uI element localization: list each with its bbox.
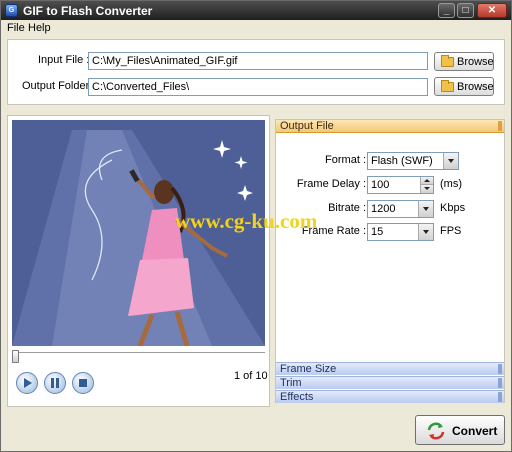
menu-help[interactable]: Help (28, 22, 51, 34)
menu-file[interactable]: File (7, 22, 25, 34)
gif-flash-app-icon: G (5, 4, 18, 17)
app-window: G GIF to Flash Converter _ □ ✕ File Help… (0, 0, 512, 452)
frame-counter: 1 of 10 (234, 370, 268, 382)
chevron-down-icon[interactable] (443, 153, 458, 169)
section-trim[interactable]: Trim (276, 376, 504, 389)
watermark-text: www.cg-ku.com (175, 209, 318, 233)
chevron-down-icon[interactable] (418, 201, 433, 217)
frame-delay-label: Frame Delay : (296, 178, 366, 190)
section-effects[interactable]: Effects (276, 390, 504, 403)
format-label: Format : (325, 154, 366, 166)
spin-up-icon[interactable] (420, 177, 433, 185)
format-value: Flash (SWF) (371, 155, 433, 167)
browse-label: Browse (457, 81, 494, 93)
section-frame-size[interactable]: Frame Size (276, 362, 504, 375)
section-trim-label: Trim (280, 377, 302, 389)
stop-button[interactable] (72, 372, 94, 394)
section-output-file-label: Output File (280, 120, 334, 132)
section-expand-icon (498, 378, 502, 388)
convert-label: Convert (452, 424, 498, 438)
stop-icon (79, 379, 87, 387)
play-icon (24, 378, 32, 388)
frame-delay-spinner[interactable]: 100 (367, 176, 434, 194)
frame-rate-value: 15 (371, 226, 384, 238)
close-button[interactable]: ✕ (477, 3, 507, 18)
maximize-button[interactable]: □ (457, 3, 474, 18)
frame-slider-track[interactable] (12, 352, 265, 360)
preview-panel: 1 of 10 (7, 115, 270, 407)
output-folder-field[interactable]: C:\Converted_Files\ (88, 78, 428, 96)
title-bar: G GIF to Flash Converter _ □ ✕ (1, 1, 511, 20)
spin-down-icon[interactable] (420, 185, 433, 193)
chevron-down-icon[interactable] (418, 224, 433, 240)
folder-icon (441, 80, 454, 92)
frame-slider-thumb[interactable] (12, 350, 19, 363)
input-file-label: Input File : (38, 54, 90, 66)
folder-icon (441, 55, 454, 67)
window-title: GIF to Flash Converter (23, 4, 153, 18)
convert-button[interactable]: Convert (415, 415, 505, 445)
output-folder-label: Output Folder : (22, 80, 96, 92)
convert-arrows-icon (427, 422, 445, 440)
format-select[interactable]: Flash (SWF) (367, 152, 459, 170)
settings-panel: Output File Format : Flash (SWF) Frame D… (275, 119, 505, 403)
section-output-file[interactable]: Output File (276, 120, 504, 133)
bitrate-unit: Kbps (440, 202, 466, 214)
pause-button[interactable] (44, 372, 66, 394)
frame-delay-value: 100 (371, 179, 390, 191)
section-frame-size-label: Frame Size (280, 363, 337, 375)
section-effects-label: Effects (280, 391, 314, 403)
bitrate-value: 1200 (371, 203, 396, 215)
frame-delay-unit: (ms) (440, 178, 462, 190)
bitrate-select[interactable]: 1200 (367, 200, 434, 218)
frame-rate-unit: FPS (440, 225, 462, 237)
section-expand-icon (498, 392, 502, 402)
frame-rate-select[interactable]: 15 (367, 223, 434, 241)
input-file-field[interactable]: C:\My_Files\Animated_GIF.gif (88, 52, 428, 70)
pause-icon (51, 378, 59, 388)
play-button[interactable] (16, 372, 38, 394)
section-collapse-icon (498, 121, 502, 131)
menu-bar: File Help (1, 20, 511, 35)
browse-input-button[interactable]: Browse (434, 52, 494, 71)
browse-label: Browse (457, 56, 494, 68)
minimize-button[interactable]: _ (438, 3, 455, 18)
file-paths-panel: Input File : C:\My_Files\Animated_GIF.gi… (7, 39, 505, 105)
section-expand-icon (498, 364, 502, 374)
browse-output-button[interactable]: Browse (434, 77, 494, 96)
